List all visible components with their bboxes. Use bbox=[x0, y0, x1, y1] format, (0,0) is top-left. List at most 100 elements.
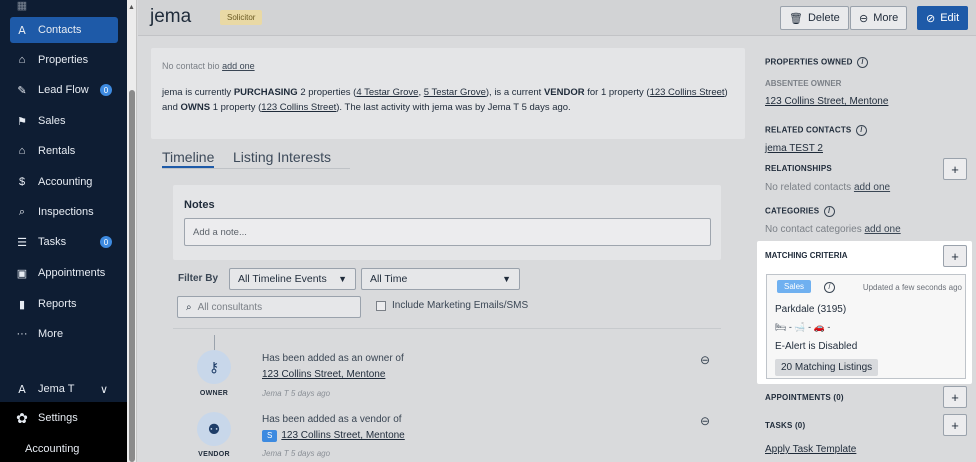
timeline-type-label: OWNER bbox=[199, 390, 229, 397]
sidebar-item-label: Sales bbox=[38, 115, 66, 127]
include-marketing-checkbox[interactable] bbox=[376, 300, 386, 311]
sidebar-item-label: Accounting bbox=[25, 443, 80, 455]
dashboard-icon: ▦ bbox=[16, 0, 28, 12]
accounting-icon: $ bbox=[18, 176, 26, 188]
add-task-button[interactable]: + bbox=[943, 414, 967, 436]
timeline-entry-text: Has been added as an owner of 123 Collin… bbox=[262, 353, 404, 380]
sidebar-item-appointments[interactable]: ▣ Appointments bbox=[10, 260, 118, 286]
sales-icon: ⚑ bbox=[17, 115, 27, 128]
property-link[interactable]: 123 Collins Street bbox=[261, 102, 336, 113]
apply-task-template-link[interactable]: Apply Task Template bbox=[765, 444, 856, 455]
updated-timestamp: Updated a few seconds ago bbox=[862, 283, 962, 292]
features-icons: 🛏 - 🛁 - 🚗 - bbox=[775, 322, 831, 332]
edit-circle-icon[interactable]: / bbox=[857, 57, 869, 68]
more-button[interactable]: ⊖ More bbox=[850, 6, 908, 30]
time-range-select[interactable]: All Time ▼ bbox=[361, 268, 520, 290]
edit-button[interactable]: ⊘ Edit bbox=[917, 6, 969, 30]
sidebar-item-tasks[interactable]: ☰ Tasks 0 bbox=[10, 229, 118, 255]
consultants-search-input[interactable]: ⌕ All consultants bbox=[177, 296, 361, 318]
timeline-type-label: VENDOR bbox=[198, 451, 230, 458]
ellipsis-circle-icon: ⊖ bbox=[859, 12, 869, 25]
sidebar-item-accounting[interactable]: $ Accounting bbox=[10, 169, 118, 195]
delete-button[interactable]: 🗑 Delete bbox=[780, 6, 849, 30]
add-matching-criteria-button[interactable]: + bbox=[943, 245, 967, 267]
sidebar-item-inspections[interactable]: ⌕ Inspections bbox=[10, 199, 118, 225]
sale-type-badge: S bbox=[262, 430, 278, 442]
note-input[interactable]: Add a note... bbox=[184, 218, 711, 246]
timeline-entry-menu-icon[interactable]: ⊖ bbox=[700, 353, 710, 367]
related-contacts-heading: RELATED CONTACTS / bbox=[765, 125, 867, 136]
timeline-property-link[interactable]: 123 Collins Street, Mentone bbox=[262, 369, 385, 380]
sidebar-scroll-thumb[interactable] bbox=[129, 90, 135, 462]
appointments-heading: APPOINTMENTS (0) bbox=[765, 393, 844, 402]
categories-heading: CATEGORIES / bbox=[765, 206, 835, 217]
chevron-down-icon: ∨ bbox=[99, 383, 108, 396]
sidebar-item-more[interactable]: ··· More bbox=[10, 321, 118, 347]
owned-property-link[interactable]: 123 Collins Street, Mentone bbox=[765, 96, 888, 107]
matching-criteria-heading: MATCHING CRITERIA bbox=[765, 251, 848, 260]
sidebar-item-lead-flow[interactable]: ✎ Lead Flow 0 bbox=[10, 77, 118, 103]
relationships-heading: RELATIONSHIPS bbox=[765, 164, 832, 173]
sidebar-item-settings[interactable]: ✿ Settings bbox=[10, 405, 118, 431]
person-icon: ꓮ bbox=[18, 383, 26, 396]
person-icon: ꓮ bbox=[18, 24, 26, 37]
notes-title: Notes bbox=[184, 199, 215, 211]
sidebar-item-label: Accounting bbox=[38, 176, 93, 188]
add-appointment-button[interactable]: + bbox=[943, 386, 967, 408]
chevron-down-icon: ▼ bbox=[502, 274, 511, 284]
user-menu[interactable]: ꓮ Jema T ∨ bbox=[10, 376, 118, 402]
sidebar-item-label: Tasks bbox=[38, 236, 67, 248]
timeline-entry-menu-icon[interactable]: ⊖ bbox=[700, 414, 710, 428]
timeline-entry-text: Has been added as a vendor of S 123 Colli… bbox=[262, 414, 405, 442]
sidebar-item-reports[interactable]: ▮ Reports bbox=[10, 291, 118, 317]
include-marketing-toggle[interactable]: Include Marketing Emails/SMS bbox=[376, 300, 528, 311]
lead-flow-count-badge: 0 bbox=[100, 84, 112, 96]
contact-header: jema Solicitor 🗑 Delete ⊖ More ⊘ Edit bbox=[138, 0, 976, 36]
more-label: More bbox=[873, 12, 899, 24]
page-title: jema bbox=[150, 6, 192, 27]
role-badge: Solicitor bbox=[220, 10, 263, 25]
matching-listings-button[interactable]: 20 Matching Listings bbox=[775, 359, 879, 376]
matching-criteria-card[interactable]: Sales / Updated a few seconds ago Parkda… bbox=[766, 274, 966, 379]
related-contact-link[interactable]: jema TEST 2 bbox=[765, 143, 823, 154]
sidebar-item-label: Contacts bbox=[38, 24, 82, 36]
edit-circle-icon[interactable]: / bbox=[823, 206, 835, 217]
house-icon: ⌂ bbox=[18, 54, 26, 66]
tab-listing-interests[interactable]: Listing Interests bbox=[233, 149, 331, 165]
timeline-events-select[interactable]: All Timeline Events ▼ bbox=[229, 268, 356, 290]
sidebar-footer: ✿ Settings Accounting bbox=[0, 402, 127, 462]
matching-criteria-panel: MATCHING CRITERIA + Sales / Updated a fe… bbox=[757, 241, 972, 384]
absentee-owner-label: ABSENTEE OWNER bbox=[765, 79, 842, 88]
tasks-count-badge: 0 bbox=[100, 236, 112, 248]
timeline-meta: Jema T 5 days ago bbox=[262, 449, 331, 458]
bar-chart-icon: ▮ bbox=[18, 298, 26, 311]
add-category-link[interactable]: add one bbox=[865, 224, 901, 235]
sidebar-item-rentals[interactable]: ⌂ Rentals bbox=[10, 138, 118, 164]
property-link[interactable]: 123 Collins Street bbox=[650, 87, 725, 98]
edit-circle-icon[interactable]: / bbox=[824, 282, 835, 293]
property-link[interactable]: 5 Testar Grove bbox=[424, 87, 486, 98]
scroll-up-arrow-icon[interactable]: ▲ bbox=[128, 4, 135, 11]
add-relationship-link[interactable]: add one bbox=[854, 182, 890, 193]
sidebar-item-sales[interactable]: ⚑ Sales bbox=[10, 108, 118, 134]
user-name: Jema T bbox=[38, 383, 75, 395]
pencil-circle-icon: ⊘ bbox=[926, 12, 936, 25]
sidebar-item-accounting-footer[interactable]: Accounting bbox=[16, 436, 124, 462]
properties-owned-heading: PROPERTIES OWNED / bbox=[765, 57, 869, 68]
timeline-property-link[interactable]: 123 Collins Street, Mentone bbox=[281, 430, 404, 441]
tab-timeline[interactable]: Timeline bbox=[162, 149, 215, 168]
property-link[interactable]: 4 Testar Grove bbox=[356, 87, 418, 98]
sidebar-item-label: Settings bbox=[38, 412, 78, 424]
edit-circle-icon[interactable]: / bbox=[855, 125, 867, 136]
add-relationship-button[interactable]: + bbox=[943, 158, 967, 180]
sidebar-item-dashboard-partial[interactable]: ▦ bbox=[10, 0, 118, 18]
add-bio-link[interactable]: add one bbox=[222, 61, 255, 71]
sidebar-item-contacts[interactable]: ꓮ Contacts bbox=[10, 17, 118, 43]
contact-summary: jema is currently PURCHASING 2 propertie… bbox=[162, 87, 728, 113]
trash-icon: 🗑 bbox=[789, 12, 803, 25]
timeline-divider bbox=[173, 328, 721, 329]
ellipsis-icon: ··· bbox=[16, 328, 28, 340]
sidebar-item-properties[interactable]: ⌂ Properties bbox=[10, 47, 118, 73]
inspections-icon: ⌕ bbox=[18, 205, 26, 218]
delete-label: Delete bbox=[807, 12, 840, 24]
